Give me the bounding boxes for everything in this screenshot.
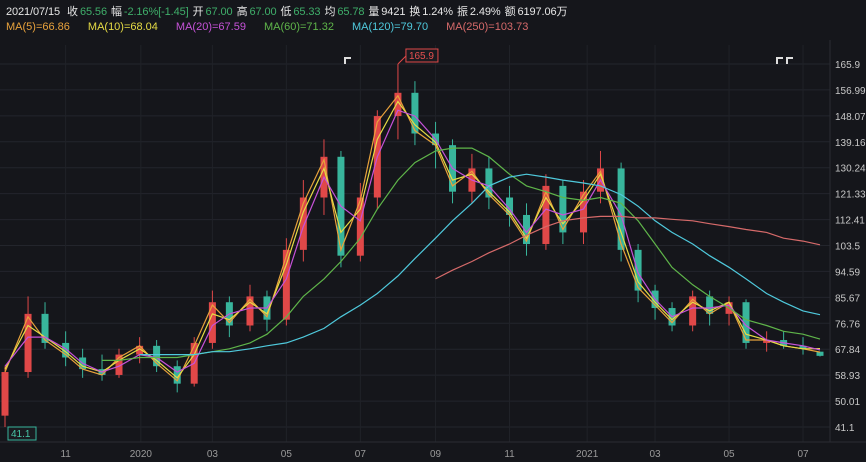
max-marker-line: [397, 55, 407, 65]
candle-body: [617, 168, 625, 250]
bracket-icon: [776, 57, 793, 64]
ma-line-ma120: [139, 173, 821, 356]
y-tick-label: 85.67: [835, 293, 860, 304]
x-tick-label: 03: [207, 449, 219, 460]
x-tick-label: 09: [430, 449, 442, 460]
x-tick-label: 11: [504, 449, 515, 460]
min-price-label: 41.1: [11, 429, 31, 440]
x-tick-label: 11: [60, 449, 71, 460]
x-tick-label: 07: [797, 449, 809, 460]
candle-body: [816, 351, 824, 356]
candlestick-chart[interactable]: 165.9 156.99 148.07 139.16 130.24 121.33 112.4…: [0, 0, 866, 462]
x-tick-label: 2021: [576, 449, 599, 460]
x-tick-label: 05: [281, 449, 293, 460]
y-tick-label: 41.1: [835, 423, 855, 434]
ma-line-ma20: [4, 109, 821, 373]
x-tick-label: 2020: [130, 449, 153, 460]
ma-line-ma250: [435, 215, 821, 280]
candle-body: [246, 296, 254, 326]
y-tick-label: 148.07: [835, 112, 866, 123]
candle-body: [1, 372, 9, 416]
y-tick-label: 139.16: [835, 138, 866, 149]
x-tick-label: 05: [723, 449, 735, 460]
y-tick-label: 76.76: [835, 319, 860, 330]
y-tick-label: 130.24: [835, 164, 866, 175]
y-tick-label: 58.93: [835, 371, 860, 382]
ma-line-ma10: [4, 100, 821, 379]
y-tick-label: 103.5: [835, 242, 860, 253]
max-price-label: 165.9: [409, 51, 434, 62]
x-tick-label: 07: [355, 449, 367, 460]
y-tick-label: 165.9: [835, 60, 860, 71]
bracket-icon: [344, 57, 351, 64]
y-tick-label: 94.59: [835, 267, 860, 278]
ma-line-ma5: [4, 94, 821, 382]
candle-body: [485, 168, 493, 198]
candle-body: [299, 197, 307, 250]
y-tick-label: 67.84: [835, 345, 860, 356]
y-tick-label: 156.99: [835, 86, 866, 97]
candle-body: [542, 185, 550, 245]
x-tick-label: 03: [649, 449, 661, 460]
candle-body: [282, 249, 290, 320]
y-tick-label: 50.01: [835, 397, 860, 408]
y-tick-label: 121.33: [835, 190, 866, 201]
y-tick-label: 112.41: [835, 216, 865, 227]
